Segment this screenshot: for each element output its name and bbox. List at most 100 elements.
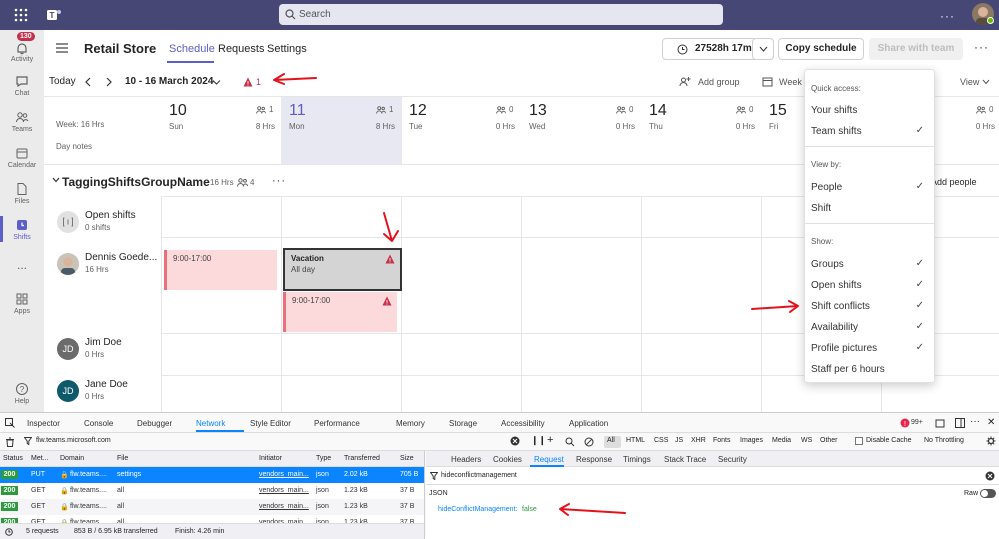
app-launcher-icon[interactable] — [14, 8, 28, 22]
search-input[interactable]: Search — [279, 4, 723, 25]
more-apps-icon[interactable]: ... — [0, 258, 44, 272]
type-filter-media[interactable]: Media — [772, 437, 791, 444]
column-header[interactable]: File — [117, 455, 128, 462]
view-button[interactable]: View — [960, 77, 979, 87]
details-tab-stack-trace[interactable]: Stack Trace — [664, 455, 706, 464]
devtools-tab-network[interactable]: Network — [196, 419, 225, 428]
today-button[interactable]: Today — [49, 76, 76, 87]
details-tab-timings[interactable]: Timings — [623, 455, 651, 464]
menu-item-profile-pictures[interactable]: Profile pictures — [811, 343, 877, 354]
shift-card[interactable]: 9:00-17:00 — [164, 250, 277, 290]
date-range[interactable]: 10 - 16 March 2024 — [125, 76, 213, 87]
throttling-select[interactable]: No Throttling — [924, 437, 964, 444]
type-filter-html[interactable]: HTML — [626, 437, 645, 444]
rail-activity[interactable]: 130 Activity — [0, 32, 44, 63]
week-selector[interactable]: Week — [779, 77, 802, 87]
column-header[interactable]: Size — [400, 455, 414, 462]
responsive-mode-icon[interactable] — [935, 418, 945, 428]
rail-files[interactable]: Files — [0, 182, 44, 205]
group-name[interactable]: TaggingShiftsGroupName — [62, 175, 210, 189]
menu-item-shift[interactable]: Shift — [811, 203, 831, 214]
group-more-icon[interactable]: ··· — [272, 175, 286, 187]
devtools-tab-performance[interactable]: Performance — [314, 419, 360, 428]
menu-item-staff-per-6-hours[interactable]: Staff per 6 hours — [811, 364, 885, 375]
type-filter-css[interactable]: CSS — [654, 437, 668, 444]
devtools-tab-storage[interactable]: Storage — [449, 419, 477, 428]
details-filter-input[interactable]: hideconflictmanagement — [441, 472, 517, 479]
devtools-tab-memory[interactable]: Memory — [396, 419, 425, 428]
close-icon[interactable]: ✕ — [987, 417, 995, 428]
day-column-header[interactable]: 10 Sun 1 8 Hrs — [161, 96, 281, 164]
member-name[interactable]: Jim Doe — [85, 337, 122, 348]
member-name[interactable]: Dennis Goede... — [85, 252, 157, 263]
details-tab-cookies[interactable]: Cookies — [493, 455, 522, 464]
tab-requests[interactable]: Requests — [218, 43, 264, 55]
details-tab-security[interactable]: Security — [718, 455, 747, 464]
menu-item-shift-conflicts[interactable]: Shift conflicts — [811, 301, 870, 312]
dock-icon[interactable] — [955, 418, 965, 428]
devtools-menu-icon[interactable]: ··· — [970, 416, 980, 427]
menu-item-availability[interactable]: Availability — [811, 322, 858, 333]
timer-dropdown-button[interactable] — [752, 38, 774, 60]
previous-week-icon[interactable] — [84, 77, 92, 87]
conflict-count[interactable]: 1 — [256, 77, 261, 87]
rail-shifts[interactable]: Shifts — [0, 218, 44, 241]
type-filter-images[interactable]: Images — [740, 437, 763, 444]
add-icon[interactable]: + — [547, 434, 553, 446]
search-icon[interactable] — [565, 437, 575, 447]
day-column-header[interactable]: 11 Mon 1 8 Hrs — [281, 96, 401, 164]
type-filter-ws[interactable]: WS — [801, 437, 812, 444]
devtools-tab-debugger[interactable]: Debugger — [137, 419, 172, 428]
rail-chat[interactable]: Chat — [0, 74, 44, 97]
rail-calendar[interactable]: Calendar — [0, 146, 44, 169]
devtools-tab-style-editor[interactable]: Style Editor — [250, 419, 291, 428]
details-tab-headers[interactable]: Headers — [451, 455, 481, 464]
day-column-header[interactable]: 14 Thu 0 0 Hrs — [641, 96, 761, 164]
menu-item-open-shifts[interactable]: Open shifts — [811, 280, 862, 291]
column-header[interactable]: Domain — [60, 455, 84, 462]
type-filter-other[interactable]: Other — [820, 437, 838, 444]
tab-schedule[interactable]: Schedule — [169, 43, 215, 55]
menu-item-your-shifts[interactable]: Your shifts — [811, 105, 857, 116]
add-people-button[interactable]: Add people — [931, 177, 977, 187]
menu-item-groups[interactable]: Groups — [811, 259, 844, 270]
type-filter-js[interactable]: JS — [675, 437, 683, 444]
column-header[interactable]: Type — [316, 455, 331, 462]
error-count[interactable]: 99+ — [911, 419, 923, 426]
shift-card[interactable]: 9:00-17:00 ! — [283, 292, 397, 332]
day-column-header[interactable]: 12 Tue 0 0 Hrs — [401, 96, 521, 164]
pick-element-icon[interactable] — [5, 418, 15, 428]
collapse-group-icon[interactable] — [52, 177, 60, 183]
hamburger-icon[interactable] — [56, 43, 68, 53]
disable-cache-checkbox[interactable] — [855, 437, 863, 445]
menu-item-team-shifts[interactable]: Team shifts — [811, 126, 862, 137]
request-row[interactable]: 200 GET 🔒flw.teams.... all vendors_main... js… — [0, 499, 424, 515]
member-name[interactable]: Jane Doe — [85, 379, 128, 390]
devtools-tab-inspector[interactable]: Inspector — [27, 419, 60, 428]
copy-schedule-button[interactable]: Copy schedule — [778, 38, 864, 60]
next-week-icon[interactable] — [105, 77, 113, 87]
type-filter-all[interactable]: All — [607, 437, 615, 444]
devtools-tab-application[interactable]: Application — [569, 419, 608, 428]
pause-icon[interactable]: ❙❙ — [531, 435, 546, 446]
url-filter-input[interactable]: flw.teams.microsoft.com — [36, 437, 111, 444]
tab-settings[interactable]: Settings — [267, 43, 307, 55]
clear-filter-icon[interactable] — [510, 436, 520, 446]
trash-icon[interactable] — [5, 437, 15, 447]
details-tab-response[interactable]: Response — [576, 455, 612, 464]
devtools-tab-console[interactable]: Console — [84, 419, 113, 428]
warning-icon[interactable]: ! — [243, 77, 253, 87]
column-header[interactable]: Status — [3, 455, 23, 462]
add-group-button[interactable]: Add group — [698, 77, 740, 87]
rail-apps[interactable]: Apps — [0, 292, 44, 315]
day-column-header[interactable]: 13 Wed 0 0 Hrs — [521, 96, 641, 164]
type-filter-xhr[interactable]: XHR — [691, 437, 706, 444]
column-header[interactable]: Initiator — [259, 455, 282, 462]
menu-item-people[interactable]: People — [811, 182, 842, 193]
details-tab-request[interactable]: Request — [534, 455, 564, 464]
raw-toggle[interactable] — [980, 489, 996, 498]
member-name[interactable]: Open shifts — [85, 210, 136, 221]
gear-icon[interactable] — [986, 436, 996, 446]
more-options-icon[interactable]: ··· — [940, 9, 955, 23]
devtools-tab-accessibility[interactable]: Accessibility — [501, 419, 545, 428]
